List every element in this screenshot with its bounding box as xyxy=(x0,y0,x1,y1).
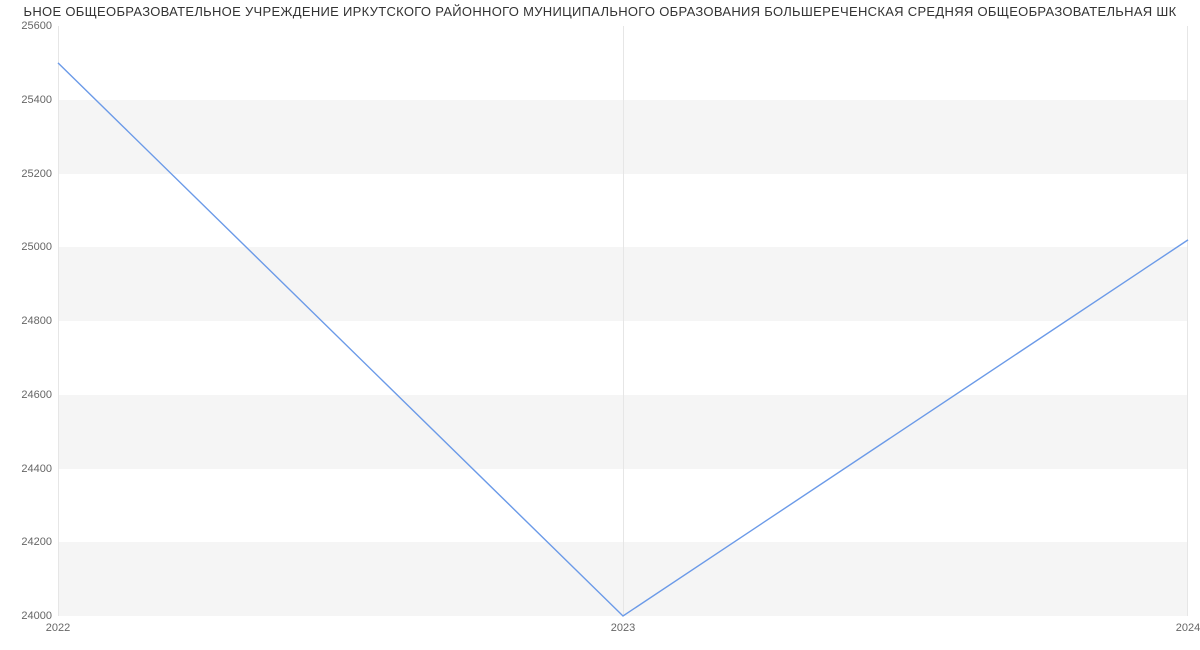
x-tick-label: 2024 xyxy=(1176,622,1200,634)
y-tick-label: 24400 xyxy=(6,463,52,475)
y-tick-label: 25200 xyxy=(6,168,52,180)
chart-container: ЬНОЕ ОБЩЕОБРАЗОВАТЕЛЬНОЕ УЧРЕЖДЕНИЕ ИРКУ… xyxy=(0,0,1200,650)
y-tick-label: 24600 xyxy=(6,389,52,401)
plot-area xyxy=(58,26,1188,616)
line-series xyxy=(58,26,1188,616)
y-tick-label: 25600 xyxy=(6,20,52,32)
chart-title: ЬНОЕ ОБЩЕОБРАЗОВАТЕЛЬНОЕ УЧРЕЖДЕНИЕ ИРКУ… xyxy=(0,4,1200,19)
y-tick-label: 24800 xyxy=(6,315,52,327)
y-tick-label: 24000 xyxy=(6,610,52,622)
x-tick-label: 2022 xyxy=(46,622,70,634)
y-tick-label: 25400 xyxy=(6,94,52,106)
x-tick-label: 2023 xyxy=(611,622,635,634)
y-tick-label: 25000 xyxy=(6,241,52,253)
y-tick-label: 24200 xyxy=(6,536,52,548)
